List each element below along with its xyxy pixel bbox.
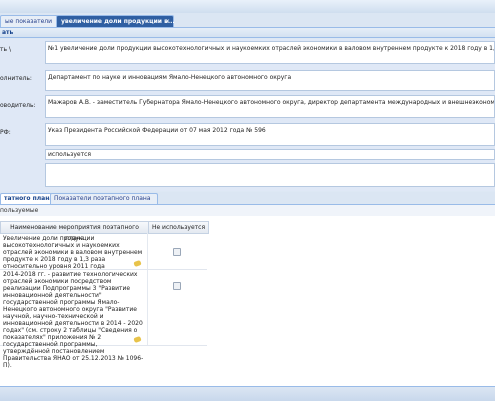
- executor-field[interactable]: Департамент по науке и инновациям Ямало-…: [45, 70, 495, 91]
- name-field[interactable]: №1 увеличение доли продукции высокотехно…: [45, 41, 495, 64]
- measure-name: 2014-2018 гг. - развитие технологических…: [3, 271, 144, 369]
- bottom-tab-strip: татного плана Показатели поэтапного план…: [0, 192, 495, 205]
- field-label-name: ть \: [0, 46, 11, 53]
- top-bar: [0, 0, 495, 14]
- field-label-executor: олнитель:: [0, 75, 32, 82]
- measure-name: Увеличение доли продукции высокотехнолог…: [3, 235, 143, 270]
- table-row[interactable]: 2014-2018 гг. - развитие технологических…: [0, 270, 207, 369]
- tab-label: ые показатели: [5, 18, 53, 25]
- column-header-unused[interactable]: Не используется: [149, 222, 208, 233]
- details-form: ть \ №1 увеличение доли продукции высоко…: [0, 39, 495, 191]
- filter-label[interactable]: пользуемые: [0, 207, 38, 214]
- column-header-name[interactable]: Наименование мероприятия поэтапного план…: [1, 222, 149, 242]
- footer-bar: [0, 386, 495, 401]
- tab-stage-plan-indicators[interactable]: Показатели поэтапного плана: [50, 193, 158, 204]
- column-divider: [147, 270, 148, 345]
- tab-label: увеличение доли продукции в...: [61, 18, 175, 25]
- empty-field[interactable]: [45, 163, 495, 187]
- close-icon[interactable]: ×: [165, 16, 170, 27]
- field-label-decree: РФ:: [0, 129, 11, 136]
- tab-stage-plan[interactable]: татного плана: [0, 193, 52, 204]
- tab-strip: ые показатели увеличение доли продукции …: [0, 13, 495, 28]
- head-field[interactable]: Мажаров А.В. - заместитель Губернатора Я…: [45, 95, 495, 118]
- panel-header: ать: [0, 28, 495, 38]
- tab-indicators[interactable]: ые показатели: [0, 15, 58, 27]
- column-divider: [147, 233, 148, 269]
- tab-active-measure[interactable]: увеличение доли продукции в... ×: [56, 15, 175, 27]
- checkbox-icon[interactable]: [173, 282, 181, 290]
- usage-field[interactable]: используется: [45, 149, 495, 160]
- panel-title: ать: [2, 29, 14, 36]
- table-row[interactable]: Увеличение доли продукции высокотехнолог…: [0, 233, 207, 270]
- checkbox-icon[interactable]: [173, 248, 181, 256]
- field-label-head: оводитель:: [0, 102, 36, 109]
- decree-field[interactable]: Указ Президента Российской Федерации от …: [45, 123, 495, 146]
